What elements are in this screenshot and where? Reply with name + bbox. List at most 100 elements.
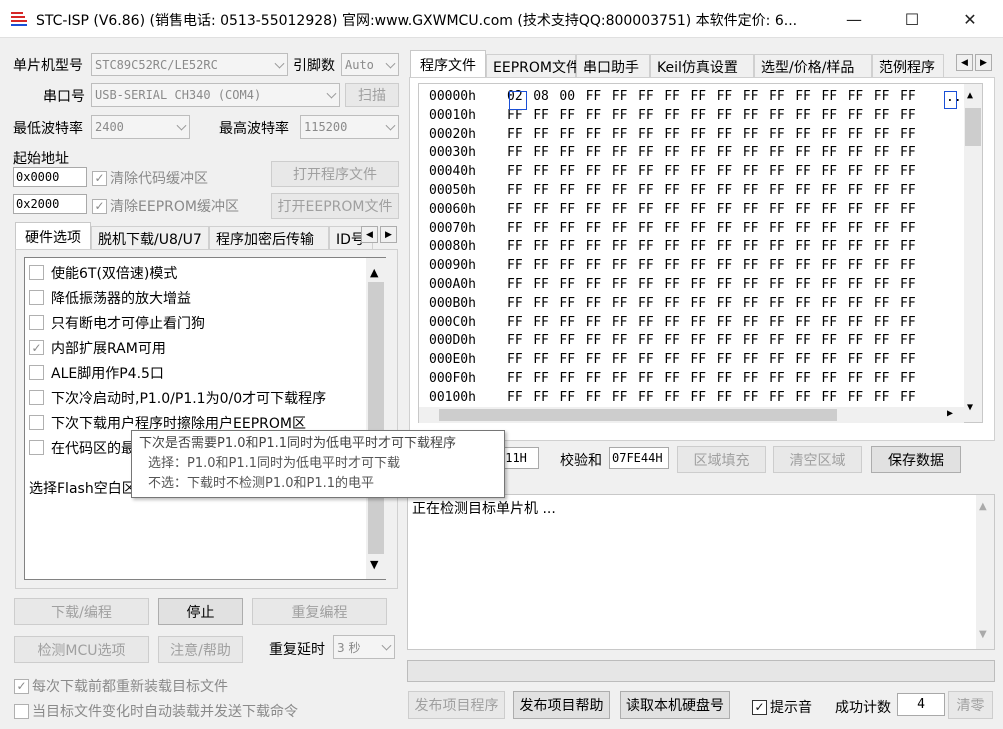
hex-byte[interactable]: FF	[612, 202, 628, 217]
hex-byte[interactable]: FF	[821, 315, 837, 330]
hex-byte[interactable]: FF	[769, 333, 785, 348]
hex-byte[interactable]: FF	[743, 239, 759, 254]
hex-byte[interactable]: FF	[533, 221, 549, 236]
hex-byte[interactable]: FF	[821, 127, 837, 142]
hex-byte[interactable]: FF	[743, 145, 759, 160]
tab-scroll-left-button[interactable]: ◀	[956, 54, 973, 71]
code-start-address-input[interactable]: 0x0000	[13, 167, 87, 187]
scroll-down-icon[interactable]: ▼	[370, 558, 378, 571]
hex-byte[interactable]: FF	[586, 183, 602, 198]
hex-byte[interactable]: FF	[612, 390, 628, 405]
hex-byte[interactable]: FF	[874, 277, 890, 292]
hex-byte[interactable]: FF	[900, 108, 916, 123]
hex-byte[interactable]: FF	[664, 89, 680, 104]
hex-byte[interactable]: FF	[743, 277, 759, 292]
log-vertical-scrollbar[interactable]: ▲ ▼	[976, 495, 994, 649]
hex-byte[interactable]: FF	[638, 371, 654, 386]
hex-byte[interactable]: FF	[559, 221, 575, 236]
hex-byte[interactable]: FF	[769, 277, 785, 292]
hex-byte[interactable]: FF	[559, 202, 575, 217]
scroll-down-icon[interactable]: ▼	[967, 402, 973, 413]
hex-byte[interactable]: FF	[848, 296, 864, 311]
hex-byte[interactable]: FF	[507, 258, 523, 273]
hex-byte[interactable]: FF	[874, 164, 890, 179]
hex-byte[interactable]: FF	[559, 333, 575, 348]
hex-byte[interactable]: FF	[612, 127, 628, 142]
hex-byte[interactable]: FF	[848, 164, 864, 179]
hex-byte[interactable]: FF	[717, 183, 733, 198]
hex-byte[interactable]: FF	[743, 333, 759, 348]
hex-byte[interactable]: FF	[717, 333, 733, 348]
tab-scroll-right-button[interactable]: ▶	[975, 54, 992, 71]
hex-byte[interactable]: FF	[717, 390, 733, 405]
hex-byte[interactable]: FF	[900, 371, 916, 386]
hex-byte[interactable]: FF	[638, 333, 654, 348]
hex-byte[interactable]: FF	[638, 258, 654, 273]
hex-byte[interactable]: FF	[795, 258, 811, 273]
hex-byte[interactable]: FF	[612, 239, 628, 254]
hex-byte[interactable]: FF	[743, 127, 759, 142]
hex-byte[interactable]: FF	[874, 315, 890, 330]
hex-byte[interactable]: FF	[821, 390, 837, 405]
hex-byte[interactable]: FF	[559, 315, 575, 330]
hex-byte[interactable]: FF	[717, 277, 733, 292]
hex-byte[interactable]: FF	[874, 258, 890, 273]
hex-byte[interactable]: FF	[821, 277, 837, 292]
hex-byte[interactable]: FF	[664, 371, 680, 386]
hex-byte[interactable]: FF	[507, 127, 523, 142]
hex-byte[interactable]: FF	[821, 89, 837, 104]
hex-byte[interactable]: FF	[900, 164, 916, 179]
hex-byte[interactable]: FF	[507, 277, 523, 292]
reload-before-download-checkbox[interactable]: ✓ 每次下载前都重新装载目标文件	[14, 676, 228, 696]
reset-count-button[interactable]: 清零	[948, 691, 993, 719]
clear-code-buffer-checkbox[interactable]: ✓ 清除代码缓冲区	[92, 168, 208, 188]
tab-program-file[interactable]: 程序文件	[410, 50, 486, 78]
hex-byte[interactable]: FF	[690, 145, 706, 160]
hex-byte[interactable]: FF	[795, 89, 811, 104]
hex-byte[interactable]: FF	[874, 183, 890, 198]
hex-byte[interactable]: FF	[664, 315, 680, 330]
hex-vertical-scrollbar[interactable]: ▲ ▼	[964, 84, 982, 422]
clear-region-button[interactable]: 清空区域	[773, 446, 862, 473]
hex-byte[interactable]: FF	[664, 258, 680, 273]
hex-byte[interactable]: FF	[769, 183, 785, 198]
hex-byte[interactable]: FF	[717, 315, 733, 330]
hex-byte[interactable]: FF	[533, 145, 549, 160]
hex-byte[interactable]: FF	[690, 296, 706, 311]
hex-byte[interactable]: FF	[507, 145, 523, 160]
hex-byte[interactable]: FF	[848, 258, 864, 273]
hex-byte[interactable]: FF	[507, 333, 523, 348]
hex-byte[interactable]: FF	[638, 296, 654, 311]
hex-byte[interactable]: 08	[533, 89, 549, 104]
hex-byte[interactable]: FF	[743, 315, 759, 330]
hex-byte[interactable]: FF	[900, 390, 916, 405]
hex-byte[interactable]: FF	[638, 164, 654, 179]
hex-byte[interactable]: FF	[717, 127, 733, 142]
scroll-up-icon[interactable]: ▲	[967, 90, 973, 101]
hex-byte[interactable]: FF	[507, 296, 523, 311]
tab-keil-settings[interactable]: Keil仿真设置	[650, 54, 754, 78]
hex-byte[interactable]: FF	[874, 145, 890, 160]
hex-byte[interactable]: FF	[743, 108, 759, 123]
hex-byte[interactable]: FF	[769, 352, 785, 367]
hex-byte[interactable]: FF	[821, 371, 837, 386]
hex-byte[interactable]: FF	[795, 371, 811, 386]
scroll-up-icon[interactable]: ▲	[370, 266, 378, 279]
hex-byte[interactable]: FF	[586, 202, 602, 217]
hex-byte[interactable]: FF	[533, 296, 549, 311]
hex-byte[interactable]: FF	[717, 371, 733, 386]
hex-byte[interactable]: FF	[769, 164, 785, 179]
hex-byte[interactable]: FF	[743, 89, 759, 104]
hex-byte[interactable]: FF	[743, 258, 759, 273]
hex-byte[interactable]: FF	[874, 390, 890, 405]
hex-byte[interactable]: FF	[638, 390, 654, 405]
hex-byte[interactable]: FF	[559, 164, 575, 179]
hex-byte[interactable]: FF	[900, 296, 916, 311]
hex-byte[interactable]: FF	[900, 89, 916, 104]
hex-byte[interactable]: FF	[586, 221, 602, 236]
hex-byte[interactable]: FF	[507, 164, 523, 179]
hex-byte[interactable]: FF	[743, 202, 759, 217]
hex-byte[interactable]: FF	[638, 239, 654, 254]
hex-byte[interactable]: FF	[533, 315, 549, 330]
publish-project-help-button[interactable]: 发布项目帮助	[513, 691, 610, 719]
